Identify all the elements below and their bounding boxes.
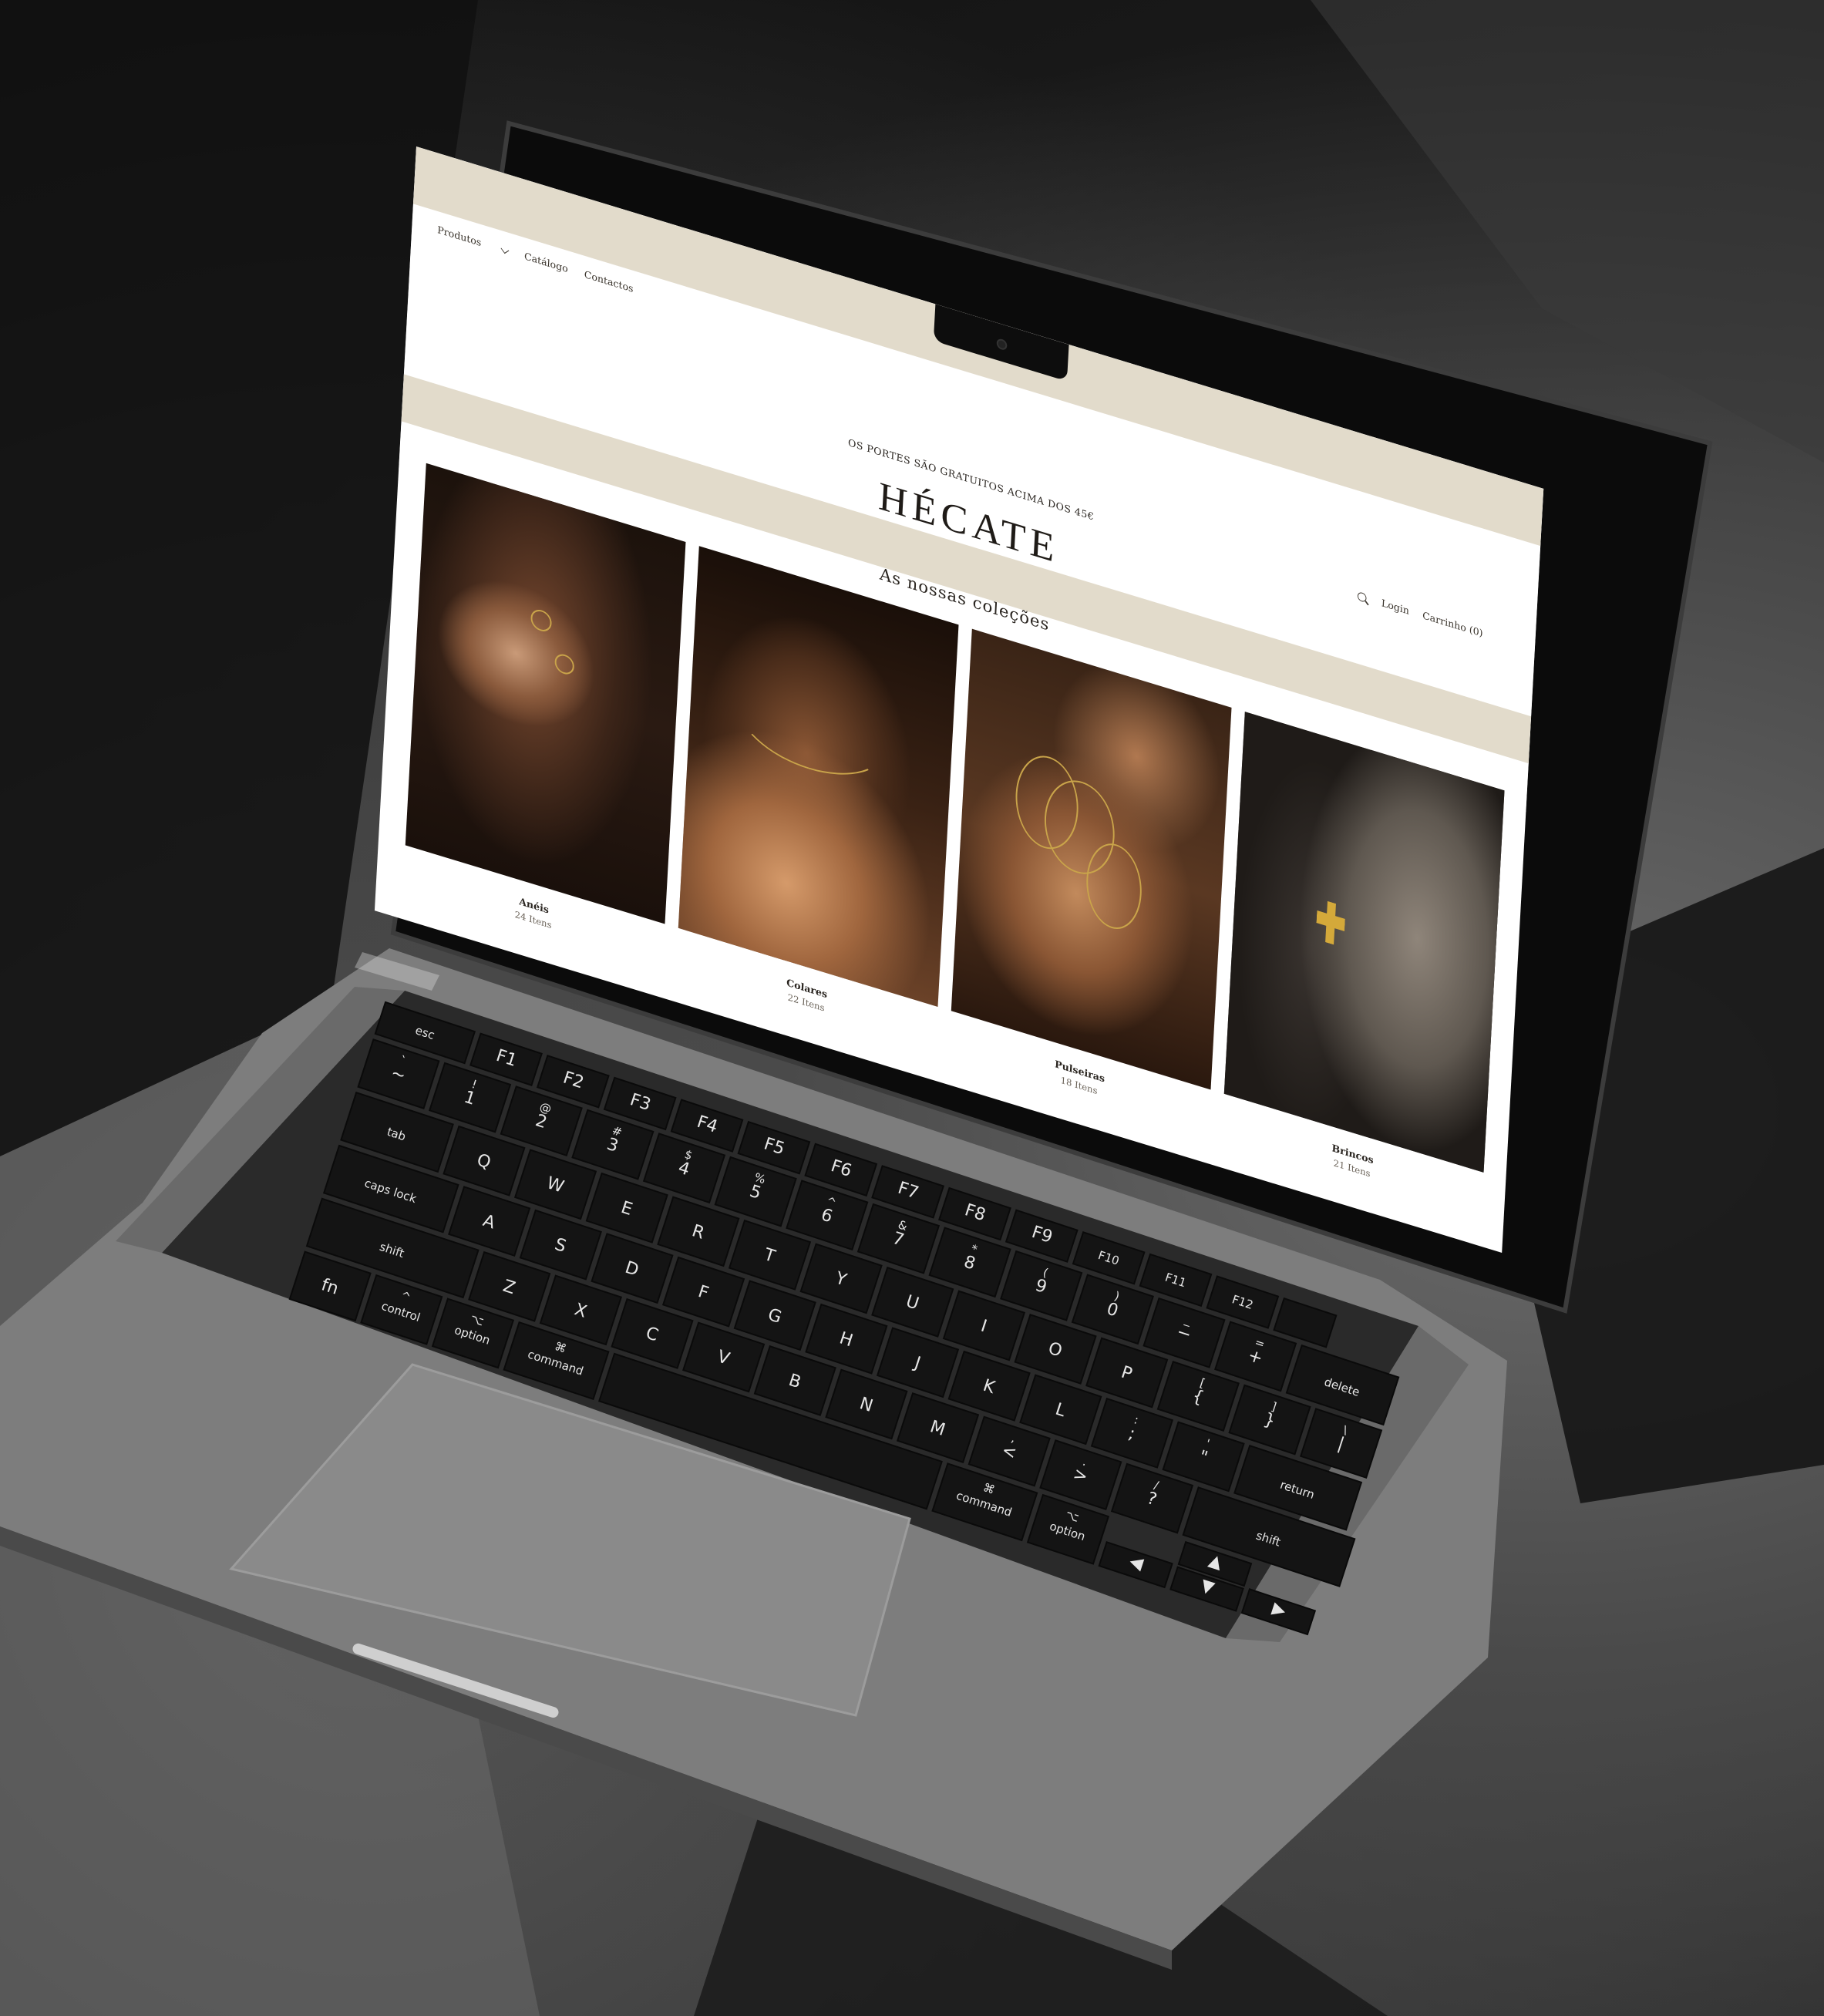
nav-contacts[interactable]: Contactos xyxy=(584,269,633,295)
ring-detail xyxy=(530,607,553,634)
chevron-down-icon[interactable] xyxy=(500,244,510,254)
necklaces-photo[interactable] xyxy=(678,546,959,1007)
nav-products[interactable]: Produtos xyxy=(437,224,482,249)
earring-detail xyxy=(1315,898,1345,947)
necklace-detail xyxy=(733,655,890,793)
nav-products-label: Produtos xyxy=(436,224,482,250)
key-right[interactable]: ▶ xyxy=(1240,1588,1317,1636)
collection-card-necklaces[interactable]: Colares 22 Itens xyxy=(676,546,959,1047)
key-left[interactable]: ◀ xyxy=(1098,1541,1173,1589)
collection-card-rings[interactable]: Anéis 24 Itens xyxy=(403,463,686,964)
bracelets-photo[interactable] xyxy=(951,628,1232,1090)
nav-catalog[interactable]: Catálogo xyxy=(524,251,568,275)
earrings-photo[interactable] xyxy=(1223,712,1505,1173)
collection-card-bracelets[interactable]: Pulseiras 18 Itens xyxy=(949,628,1232,1130)
ring-detail xyxy=(554,651,575,677)
camera-icon xyxy=(996,337,1008,352)
key-f10[interactable]: F10 xyxy=(1072,1231,1146,1285)
rings-photo[interactable] xyxy=(405,463,686,924)
laptop: esc F1 F2 F3 F4 F5 F6 F7 F8 F9 F10 F11 F12 ~ ` 1! 2 @3 #4 $… xyxy=(0,0,1824,2016)
collection-card-earrings[interactable]: Brincos 21 Itens xyxy=(1222,712,1505,1213)
